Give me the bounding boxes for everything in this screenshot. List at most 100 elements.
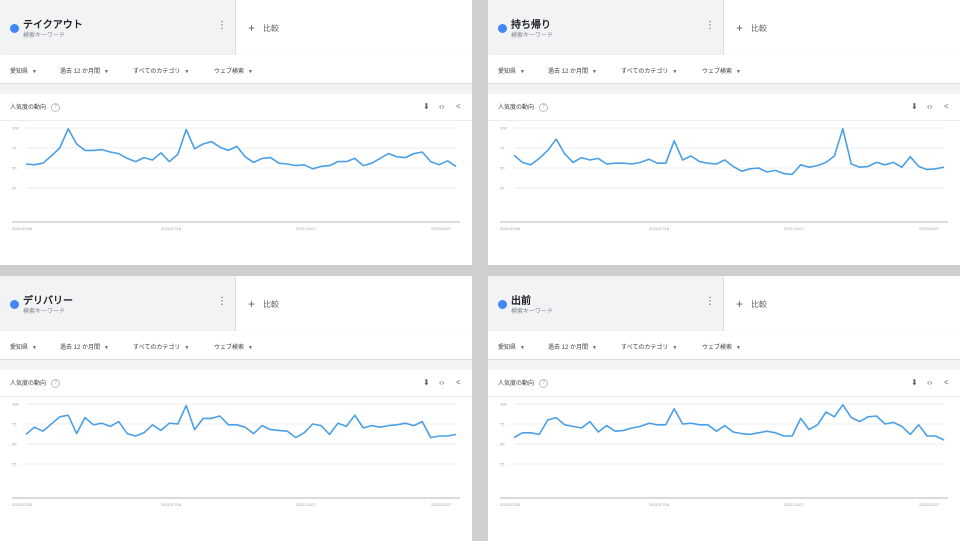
data-point[interactable] <box>58 415 61 418</box>
data-point[interactable] <box>740 170 743 173</box>
embed-code-icon[interactable]: ‹› <box>927 102 932 111</box>
data-point[interactable] <box>926 435 929 438</box>
data-point[interactable] <box>934 435 937 438</box>
data-point[interactable] <box>429 160 432 163</box>
data-point[interactable] <box>825 161 828 164</box>
data-point[interactable] <box>698 160 701 163</box>
data-point[interactable] <box>362 427 365 430</box>
period-filter[interactable]: 過去 12 か月間 ▼ <box>548 342 597 351</box>
data-point[interactable] <box>563 423 566 426</box>
data-point[interactable] <box>715 430 718 433</box>
data-point[interactable] <box>202 143 205 146</box>
data-point[interactable] <box>387 424 390 427</box>
data-point[interactable] <box>555 138 558 141</box>
region-filter[interactable]: 愛知県 ▼ <box>10 342 37 351</box>
data-point[interactable] <box>33 163 36 166</box>
data-point[interactable] <box>900 425 903 428</box>
data-point[interactable] <box>168 422 171 425</box>
data-point[interactable] <box>858 420 861 423</box>
data-point[interactable] <box>345 425 348 428</box>
data-point[interactable] <box>749 433 752 436</box>
data-point[interactable] <box>765 171 768 174</box>
data-point[interactable] <box>159 151 162 154</box>
download-icon[interactable]: ⬇ <box>423 102 430 111</box>
help-icon[interactable]: ? <box>539 102 549 112</box>
help-icon[interactable]: ? <box>51 102 61 112</box>
data-point[interactable] <box>337 160 340 163</box>
data-point[interactable] <box>455 433 458 436</box>
data-point[interactable] <box>84 149 87 152</box>
data-point[interactable] <box>909 433 912 436</box>
data-point[interactable] <box>791 173 794 176</box>
data-point[interactable] <box>25 433 28 436</box>
data-point[interactable] <box>723 424 726 427</box>
search-term-chip[interactable]: 出前 検索キーワード ⋮ <box>488 276 724 331</box>
data-point[interactable] <box>631 163 634 166</box>
data-point[interactable] <box>892 421 895 424</box>
data-point[interactable] <box>605 424 608 427</box>
data-point[interactable] <box>143 431 146 434</box>
data-point[interactable] <box>320 424 323 427</box>
data-point[interactable] <box>614 430 617 433</box>
data-point[interactable] <box>362 164 365 167</box>
data-point[interactable] <box>732 165 735 168</box>
data-point[interactable] <box>867 165 870 168</box>
data-point[interactable] <box>943 166 946 169</box>
data-point[interactable] <box>723 159 726 162</box>
data-point[interactable] <box>858 166 861 169</box>
data-point[interactable] <box>808 428 811 431</box>
data-point[interactable] <box>328 433 331 436</box>
data-point[interactable] <box>833 415 836 418</box>
data-point[interactable] <box>816 423 819 426</box>
compare-button[interactable]: + 比較 <box>724 0 960 55</box>
compare-button[interactable]: + 比較 <box>724 276 960 331</box>
more-vert-icon[interactable]: ⋮ <box>705 296 715 307</box>
region-filter[interactable]: 愛知県 ▼ <box>498 342 525 351</box>
data-point[interactable] <box>429 436 432 439</box>
data-point[interactable] <box>749 167 752 170</box>
data-point[interactable] <box>875 161 878 164</box>
data-point[interactable] <box>622 162 625 165</box>
data-point[interactable] <box>513 436 516 439</box>
data-point[interactable] <box>538 157 541 160</box>
data-point[interactable] <box>664 423 667 426</box>
data-point[interactable] <box>320 165 323 168</box>
data-point[interactable] <box>286 430 289 433</box>
data-point[interactable] <box>867 415 870 418</box>
data-point[interactable] <box>252 161 255 164</box>
data-point[interactable] <box>740 432 743 435</box>
data-point[interactable] <box>143 156 146 159</box>
data-point[interactable] <box>244 426 247 429</box>
data-point[interactable] <box>252 432 255 435</box>
data-point[interactable] <box>244 155 247 158</box>
data-point[interactable] <box>715 163 718 166</box>
data-point[interactable] <box>168 160 171 163</box>
data-point[interactable] <box>185 404 188 407</box>
period-filter[interactable]: 過去 12 か月間 ▼ <box>548 66 597 75</box>
data-point[interactable] <box>92 149 95 152</box>
data-point[interactable] <box>639 425 642 428</box>
data-point[interactable] <box>631 427 634 430</box>
data-point[interactable] <box>597 431 600 434</box>
data-point[interactable] <box>370 162 373 165</box>
data-point[interactable] <box>884 423 887 426</box>
data-point[interactable] <box>572 425 575 428</box>
data-point[interactable] <box>782 435 785 438</box>
data-point[interactable] <box>109 425 112 428</box>
download-icon[interactable]: ⬇ <box>423 378 430 387</box>
data-point[interactable] <box>218 146 221 149</box>
data-point[interactable] <box>833 155 836 158</box>
data-point[interactable] <box>75 143 78 146</box>
data-point[interactable] <box>926 168 929 171</box>
data-point[interactable] <box>328 164 331 167</box>
data-point[interactable] <box>673 139 676 142</box>
data-point[interactable] <box>151 423 154 426</box>
data-point[interactable] <box>546 419 549 422</box>
data-point[interactable] <box>850 163 853 166</box>
embed-code-icon[interactable]: ‹› <box>927 378 932 387</box>
data-point[interactable] <box>892 161 895 164</box>
data-point[interactable] <box>841 403 844 406</box>
data-point[interactable] <box>690 155 693 158</box>
data-point[interactable] <box>774 169 777 172</box>
data-point[interactable] <box>294 436 297 439</box>
